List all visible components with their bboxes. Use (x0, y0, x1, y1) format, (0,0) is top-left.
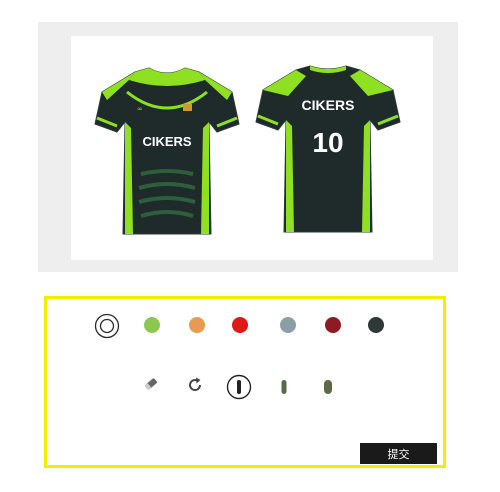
swatch-gray[interactable] (280, 317, 296, 333)
eraser-icon[interactable] (143, 376, 159, 392)
none-icon (99, 318, 115, 334)
front-brand: CIKERS (142, 134, 191, 149)
stripe-wide-icon[interactable] (226, 374, 252, 400)
swatch-none[interactable] (94, 313, 120, 339)
rotate-icon[interactable] (186, 376, 204, 394)
stripe-thin-icon[interactable] (322, 377, 334, 397)
back-number: 10 (312, 127, 343, 158)
swatch-orange[interactable] (189, 317, 205, 333)
stripe-medium-icon[interactable] (279, 377, 289, 397)
swatch-red[interactable] (232, 317, 248, 333)
submit-button[interactable]: 提交 (360, 443, 437, 464)
back-brand: CIKERS (302, 97, 355, 113)
front-jersey: ∞ CIKERS (94, 67, 240, 235)
back-jersey: CIKERS 10 (255, 65, 401, 233)
svg-text:∞: ∞ (137, 105, 143, 113)
swatch-green[interactable] (144, 317, 160, 333)
swatch-maroon[interactable] (325, 317, 341, 333)
sponsor-badge (183, 104, 192, 111)
swatch-dark[interactable] (368, 317, 384, 333)
